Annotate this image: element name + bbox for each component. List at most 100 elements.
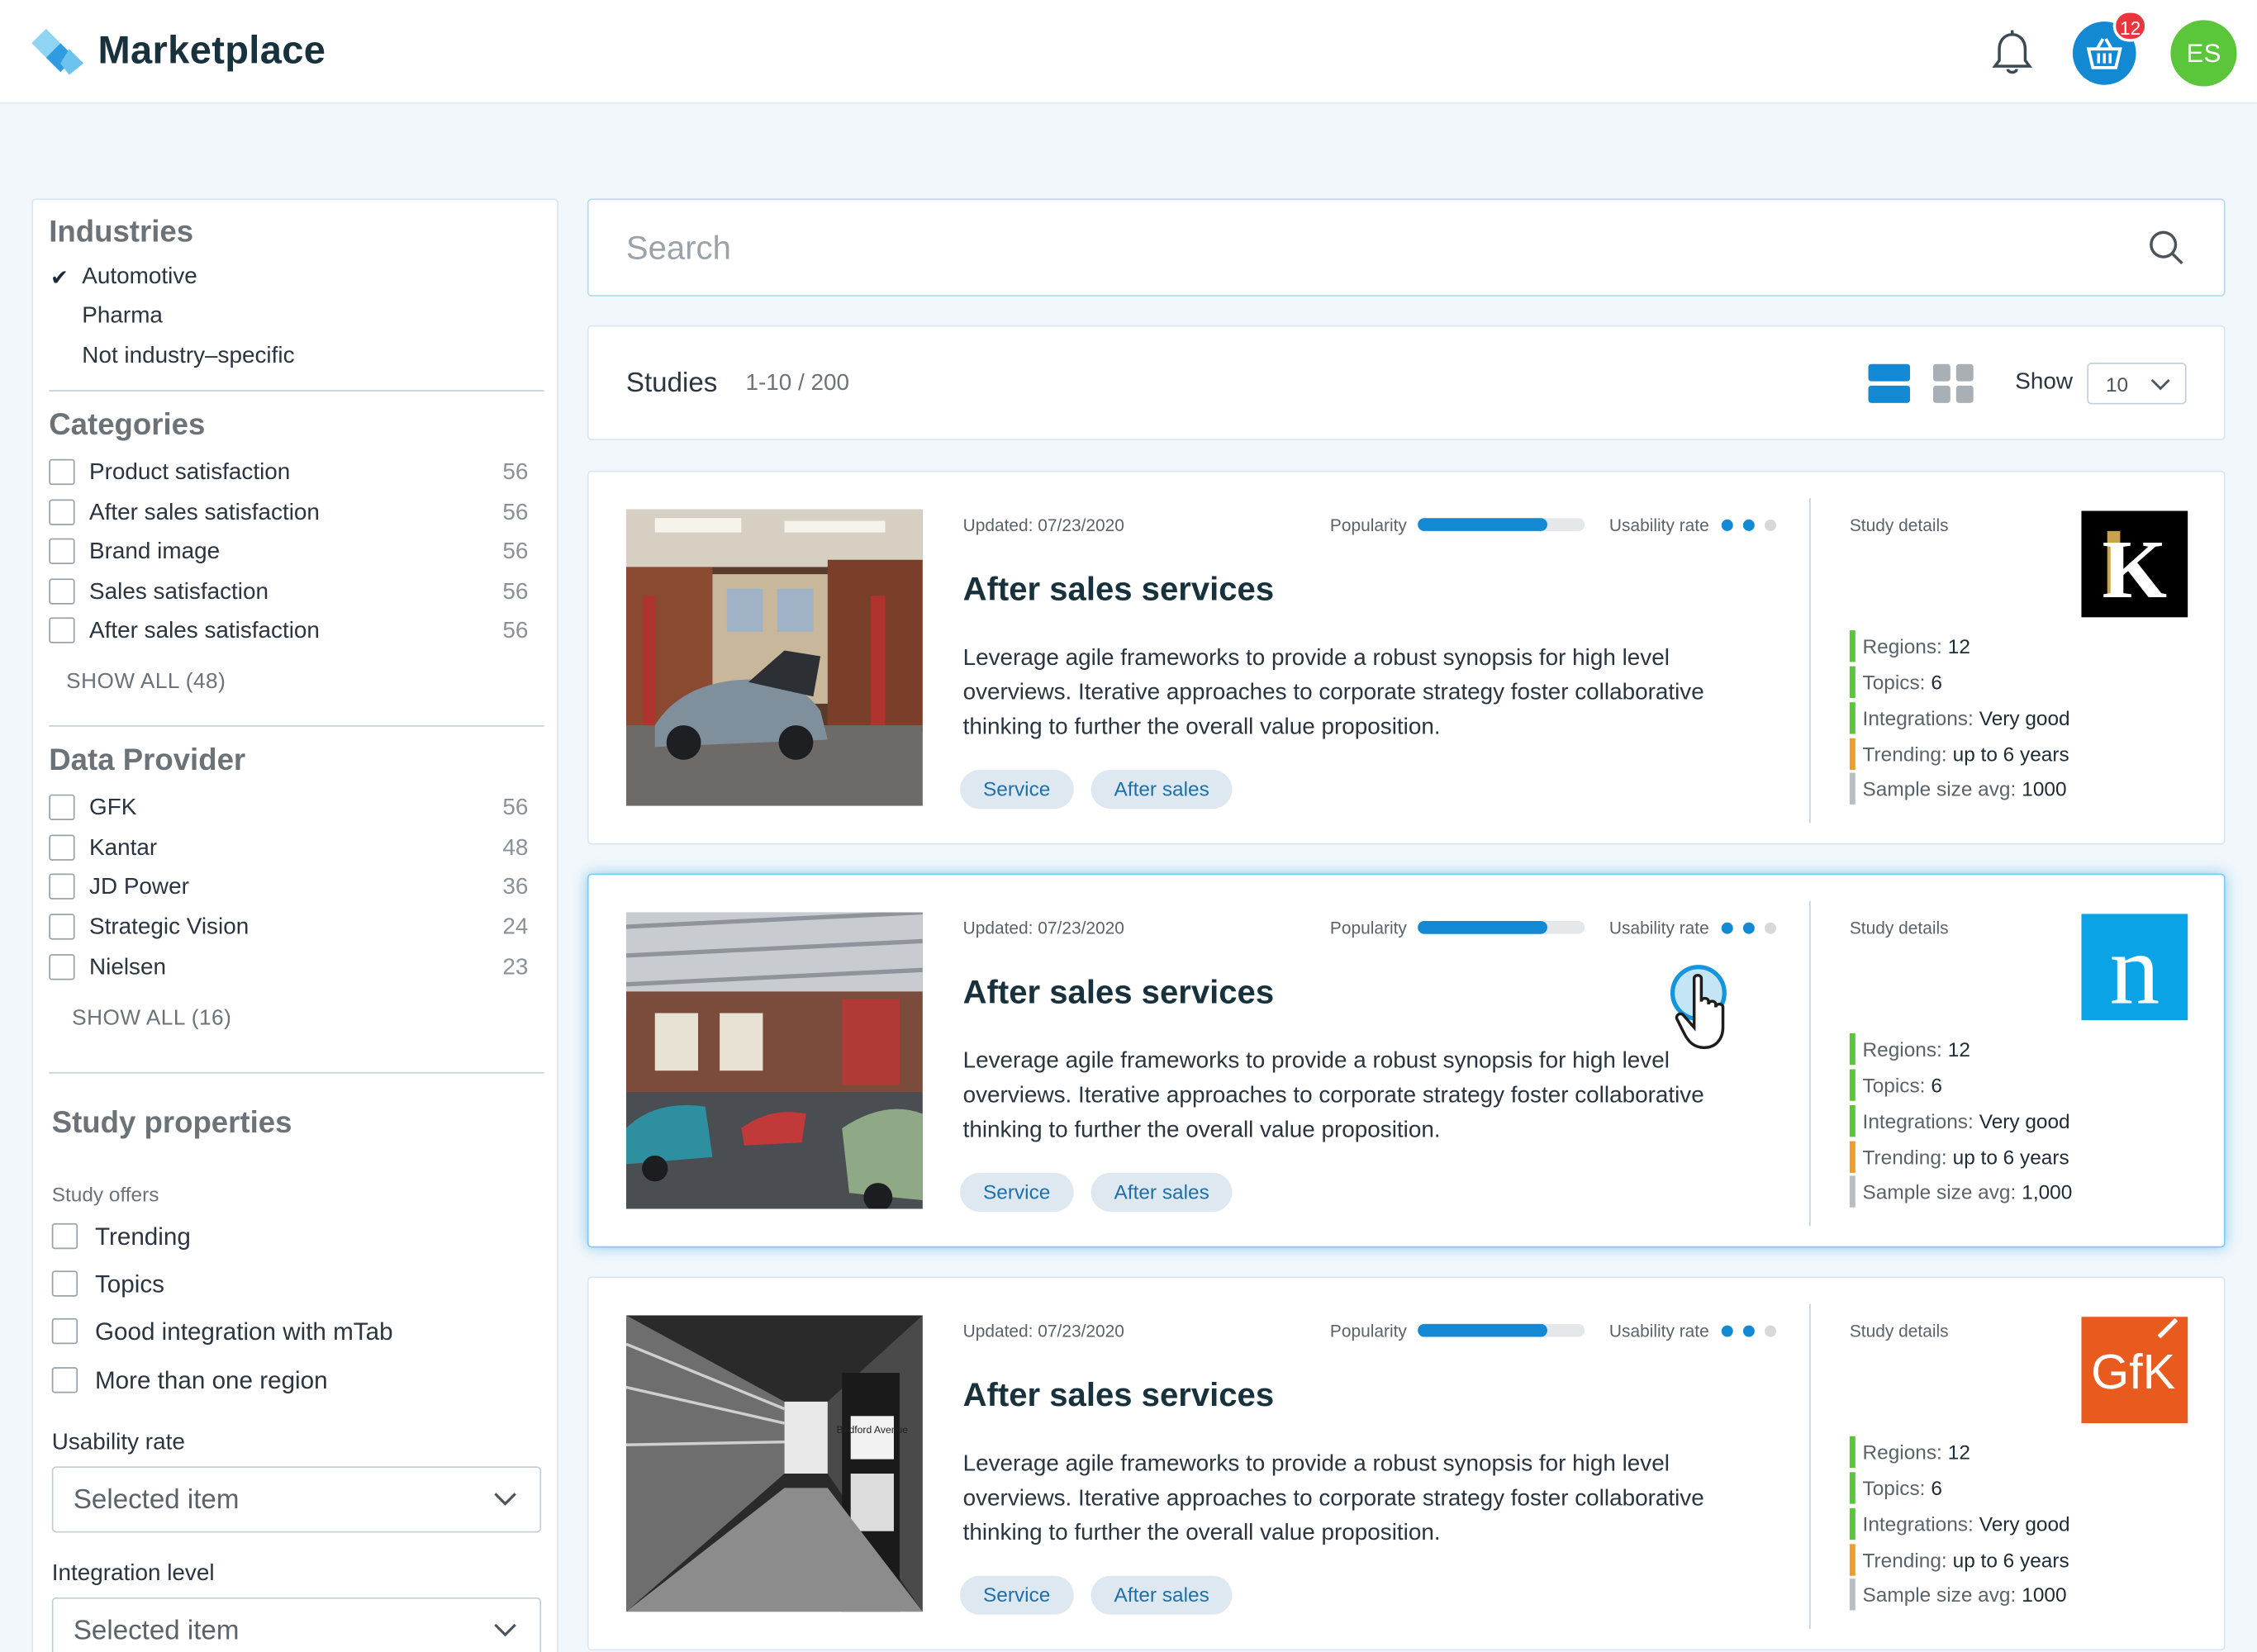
- studies-heading: Studies: [625, 368, 718, 399]
- integration-level-dropdown[interactable]: Selected item: [51, 1597, 542, 1652]
- usability-rate-dropdown[interactable]: Selected item: [51, 1466, 542, 1533]
- checkbox[interactable]: [49, 954, 75, 980]
- industry-item-not-specific[interactable]: Not industry–specific: [82, 344, 294, 369]
- checkbox[interactable]: [51, 1270, 78, 1297]
- detail-label: Sample size avg:: [1862, 776, 2017, 800]
- checkbox[interactable]: [49, 914, 75, 940]
- detail-indicator: [1849, 1472, 1855, 1504]
- nielsen-logo-icon: n: [2081, 914, 2188, 1021]
- page-size-select[interactable]: 10: [2087, 363, 2187, 405]
- study-card[interactable]: Bedford Avenue Updated: 07/23/2020 Popul…: [587, 1276, 2226, 1651]
- categories-show-all-link[interactable]: SHOW ALL (48): [66, 669, 226, 694]
- grid-view-icon[interactable]: [1932, 363, 1976, 406]
- checkbox[interactable]: [49, 834, 75, 861]
- popularity-fill: [1418, 921, 1548, 934]
- brand-name[interactable]: Marketplace: [97, 29, 325, 74]
- provider-option[interactable]: JD Power 36: [49, 873, 528, 903]
- detail-indicator: [1849, 1544, 1855, 1576]
- usability-rate-label: Usability rate: [51, 1430, 185, 1455]
- provider-option[interactable]: Nielsen 23: [49, 954, 528, 983]
- provider-option[interactable]: Strategic Vision 24: [49, 914, 528, 942]
- tag-service[interactable]: Service: [960, 1172, 1074, 1212]
- integration-level-label: Integration level: [51, 1561, 215, 1586]
- category-option[interactable]: After sales satisfaction 56: [49, 499, 528, 529]
- search-input[interactable]: [625, 223, 2095, 273]
- svg-text:GfK: GfK: [2091, 1344, 2175, 1399]
- providers-show-all-link[interactable]: SHOW ALL (16): [72, 1006, 231, 1031]
- detail-indicator: [1849, 738, 1855, 771]
- provider-count: 56: [502, 795, 529, 821]
- checkbox[interactable]: [49, 499, 75, 525]
- usability-dot: [1721, 1325, 1733, 1337]
- checkbox[interactable]: [49, 538, 75, 564]
- category-option[interactable]: Brand image 56: [49, 538, 529, 567]
- provider-count: 48: [502, 836, 529, 861]
- offer-option-trending[interactable]: Trending: [51, 1222, 527, 1252]
- checkbox[interactable]: [49, 458, 75, 486]
- tag-after-sales[interactable]: After sales: [1090, 770, 1233, 809]
- show-label: Show: [2015, 369, 2073, 395]
- study-title[interactable]: After sales services: [963, 1376, 1275, 1415]
- detail-integrations: Integrations: Very good: [1849, 1507, 2195, 1540]
- detail-value: Very good: [1979, 1109, 2070, 1133]
- checkbox[interactable]: [51, 1317, 78, 1345]
- category-label: After sales satisfaction: [89, 501, 320, 525]
- checkbox[interactable]: [49, 617, 75, 643]
- detail-value: up to 6 years: [1952, 1548, 2069, 1572]
- industry-item-pharma[interactable]: Pharma: [82, 304, 163, 330]
- detail-value: 1000: [2022, 776, 2067, 800]
- provider-count: 23: [502, 955, 529, 980]
- detail-label-value: Trending: up to 6 years: [1863, 743, 2069, 766]
- category-option[interactable]: After sales satisfaction 56: [49, 617, 528, 646]
- filter-sidebar: Industries ✔ Automotive Pharma Not indus…: [31, 198, 559, 1652]
- notification-bell-icon[interactable]: [1989, 29, 2036, 78]
- checkbox[interactable]: [49, 794, 75, 821]
- detail-indicator: [1849, 772, 1855, 805]
- list-view-icon[interactable]: [1868, 363, 1912, 406]
- usability-dot: [1742, 922, 1755, 934]
- detail-topics: Topics: 6: [1849, 666, 2195, 698]
- detail-label: Regions:: [1862, 1037, 1942, 1061]
- data-provider-heading: Data Provider: [49, 743, 246, 777]
- provider-label: JD Power: [89, 875, 189, 900]
- detail-label: Sample size avg:: [1862, 1180, 2017, 1203]
- category-label: Product satisfaction: [89, 460, 291, 486]
- usability-dot: [1765, 519, 1776, 531]
- study-title[interactable]: After sales services: [963, 570, 1275, 609]
- detail-label: Sample size avg:: [1862, 1583, 2017, 1607]
- study-card-selected[interactable]: Updated: 07/23/2020 Popularity Usability…: [587, 873, 2226, 1248]
- category-option[interactable]: Sales satisfaction 56: [49, 578, 528, 607]
- marketplace-logo-icon[interactable]: [29, 26, 87, 78]
- category-option[interactable]: Product satisfaction 56: [49, 458, 528, 488]
- offer-option-topics[interactable]: Topics: [51, 1270, 527, 1299]
- checkbox[interactable]: [51, 1367, 78, 1393]
- detail-indicator: [1849, 1175, 1855, 1208]
- provider-option[interactable]: Kantar 48: [49, 834, 528, 863]
- study-thumbnail-garage[interactable]: [625, 509, 923, 806]
- industry-item-automotive[interactable]: Automotive: [82, 265, 197, 291]
- detail-value: Very good: [1979, 1512, 2070, 1536]
- tag-after-sales[interactable]: After sales: [1090, 1575, 1233, 1615]
- study-title[interactable]: After sales services: [963, 973, 1275, 1012]
- search-icon[interactable]: [2148, 229, 2185, 266]
- study-thumbnail-workshop[interactable]: [625, 912, 923, 1209]
- checkbox[interactable]: [49, 873, 75, 900]
- category-count: 56: [502, 539, 529, 564]
- dropdown-value: Selected item: [73, 1484, 240, 1516]
- study-card[interactable]: Updated: 07/23/2020 Popularity Usability…: [587, 470, 2226, 845]
- updated-date: Updated: 07/23/2020: [962, 515, 1124, 536]
- tag-after-sales[interactable]: After sales: [1090, 1172, 1233, 1212]
- study-thumbnail-subway[interactable]: Bedford Avenue: [625, 1315, 923, 1612]
- checkbox[interactable]: [49, 578, 75, 605]
- study-description: Leverage agile frameworks to provide a r…: [962, 1049, 1704, 1143]
- tag-service[interactable]: Service: [960, 770, 1074, 809]
- provider-label: Nielsen: [89, 955, 166, 980]
- offer-option-multi-region[interactable]: More than one region: [51, 1367, 527, 1396]
- provider-option[interactable]: GFK 56: [49, 794, 529, 824]
- detail-sample-size: Sample size avg: 1000: [1849, 772, 2195, 805]
- tag-service[interactable]: Service: [960, 1575, 1074, 1615]
- user-avatar[interactable]: ES: [2170, 20, 2237, 87]
- provider-label: Strategic Vision: [89, 915, 249, 940]
- offer-option-integration[interactable]: Good integration with mTab: [51, 1317, 527, 1347]
- checkbox[interactable]: [51, 1222, 78, 1250]
